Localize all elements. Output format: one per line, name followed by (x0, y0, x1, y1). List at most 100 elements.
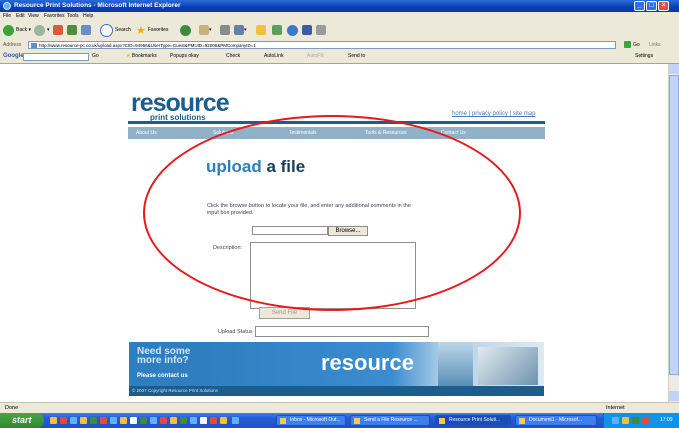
quicklaunch-icon[interactable] (210, 417, 217, 424)
favorites-button[interactable]: ★ Favorites (136, 24, 168, 37)
quicklaunch-icon[interactable] (100, 417, 107, 424)
search-button[interactable]: Search (100, 23, 131, 37)
quicklaunch-icon[interactable] (120, 417, 127, 424)
window-title: Resource Print Solutions - Microsoft Int… (14, 2, 181, 9)
menu-view[interactable]: View (28, 13, 39, 19)
nav-about-us[interactable]: About Us (136, 130, 157, 136)
upload-status-field (255, 326, 429, 337)
go-button[interactable]: Go (624, 41, 640, 48)
quicklaunch-icon[interactable] (232, 417, 239, 424)
send-to-button[interactable]: Send to (348, 53, 365, 59)
menu-bar: File Edit View Favorites Tools Help (0, 12, 679, 21)
quicklaunch-icon[interactable] (220, 417, 227, 424)
messenger-button[interactable] (272, 24, 282, 36)
home-button[interactable] (81, 24, 91, 36)
maximize-button[interactable]: □ (646, 1, 657, 11)
stop-icon (53, 25, 63, 35)
tray-icon[interactable] (632, 417, 639, 424)
bookmarks-button[interactable]: ★ Bookmarks (126, 53, 157, 59)
autofill-button[interactable]: AutoFill (307, 53, 324, 59)
popups-button[interactable]: Popups okay (170, 53, 199, 59)
quicklaunch-icon[interactable] (130, 417, 137, 424)
taskbar-item[interactable]: Inbox - Microsoft Out... (276, 415, 346, 426)
taskbar-item[interactable]: Document1 - Microsof... (515, 415, 597, 426)
tray-icon[interactable] (622, 417, 629, 424)
taskbar-item-active[interactable]: Resource Print Soluti... (435, 415, 511, 426)
menu-edit[interactable]: Edit (16, 13, 25, 19)
vertical-scrollbar[interactable] (668, 64, 679, 402)
top-links[interactable]: home | privacy policy | site map (452, 111, 535, 117)
back-button[interactable]: Back ▾ (3, 24, 31, 36)
quicklaunch-icon[interactable] (170, 417, 177, 424)
address-url: http://www.resource-pc.co.uk/upload.aspx… (39, 43, 256, 48)
media-button[interactable] (302, 24, 312, 36)
quicklaunch-icon[interactable] (70, 417, 77, 424)
settings-button[interactable]: Settings (635, 53, 653, 59)
quicklaunch-icon[interactable] (90, 417, 97, 424)
quicklaunch-icon[interactable] (150, 417, 157, 424)
clock: 17:09 (660, 417, 673, 423)
banner-contact-link[interactable]: Please contact us (137, 373, 188, 379)
research-icon (287, 24, 298, 36)
scroll-thumb[interactable] (669, 75, 679, 375)
tray-icon[interactable] (612, 417, 619, 424)
edit-button[interactable]: ▾ (234, 24, 247, 36)
quicklaunch-icon[interactable] (160, 417, 167, 424)
refresh-button[interactable] (67, 24, 77, 36)
mail-button[interactable]: ▾ (199, 24, 212, 36)
forward-arrow-icon (34, 24, 45, 36)
taskbar-item[interactable]: Send a File Resource ... (350, 415, 430, 426)
menu-file[interactable]: File (3, 13, 11, 19)
quicklaunch-icon[interactable] (190, 417, 197, 424)
quicklaunch-icon[interactable] (200, 417, 207, 424)
quicklaunch-icon[interactable] (50, 417, 57, 424)
links-label[interactable]: Links (649, 42, 661, 48)
menu-tools[interactable]: Tools (67, 13, 79, 19)
google-logo[interactable]: Google (3, 53, 24, 59)
zone-text: Internet (606, 405, 625, 411)
address-label: Address (3, 42, 22, 48)
menu-favorites[interactable]: Favorites (44, 13, 65, 19)
quicklaunch-icon[interactable] (110, 417, 117, 424)
address-input[interactable]: http://www.resource-pc.co.uk/upload.aspx… (28, 41, 616, 49)
quicklaunch-icon[interactable] (140, 417, 147, 424)
banner-photo (478, 347, 538, 385)
messenger-icon (272, 25, 282, 35)
contact-banner[interactable]: Need some more info? Please contact us (129, 342, 206, 386)
scroll-down-icon[interactable] (669, 391, 679, 401)
go-arrow-icon (624, 41, 631, 48)
discuss-button[interactable] (256, 24, 266, 36)
history-icon (180, 24, 191, 36)
tools-button[interactable] (316, 24, 326, 36)
start-button[interactable]: start (0, 413, 44, 428)
history-button[interactable] (180, 24, 193, 36)
scroll-up-icon[interactable] (669, 64, 679, 74)
autolink-button[interactable]: AutoLink (264, 53, 283, 59)
google-toolbar: Google Go ★ Bookmarks Popups okay Check … (0, 51, 679, 64)
quicklaunch-icon[interactable] (80, 417, 87, 424)
red-highlight-oval (143, 115, 521, 311)
folder-icon (256, 25, 266, 35)
research-button[interactable] (287, 24, 300, 36)
system-tray: 17:09 (603, 413, 679, 428)
google-go-button[interactable]: Go (92, 53, 99, 59)
minimize-button[interactable]: _ (634, 1, 645, 11)
quicklaunch-icon[interactable] (60, 417, 67, 424)
mail-icon (199, 25, 209, 35)
status-text: Done (5, 405, 19, 411)
quicklaunch-icon[interactable] (180, 417, 187, 424)
tray-icon[interactable] (642, 417, 649, 424)
media-icon (302, 25, 312, 35)
forward-button[interactable]: ▾ (34, 24, 50, 36)
stop-button[interactable] (53, 24, 63, 36)
back-arrow-icon (3, 24, 14, 36)
close-button[interactable]: × (658, 1, 669, 11)
print-button[interactable] (220, 24, 230, 36)
upload-status-label: Upload Status (218, 329, 253, 335)
google-search-input[interactable] (23, 53, 89, 61)
print-icon (220, 25, 230, 35)
site-logo[interactable]: resource (131, 91, 230, 116)
home-icon (81, 25, 91, 35)
menu-help[interactable]: Help (83, 13, 93, 19)
spellcheck-button[interactable]: Check (226, 53, 240, 59)
